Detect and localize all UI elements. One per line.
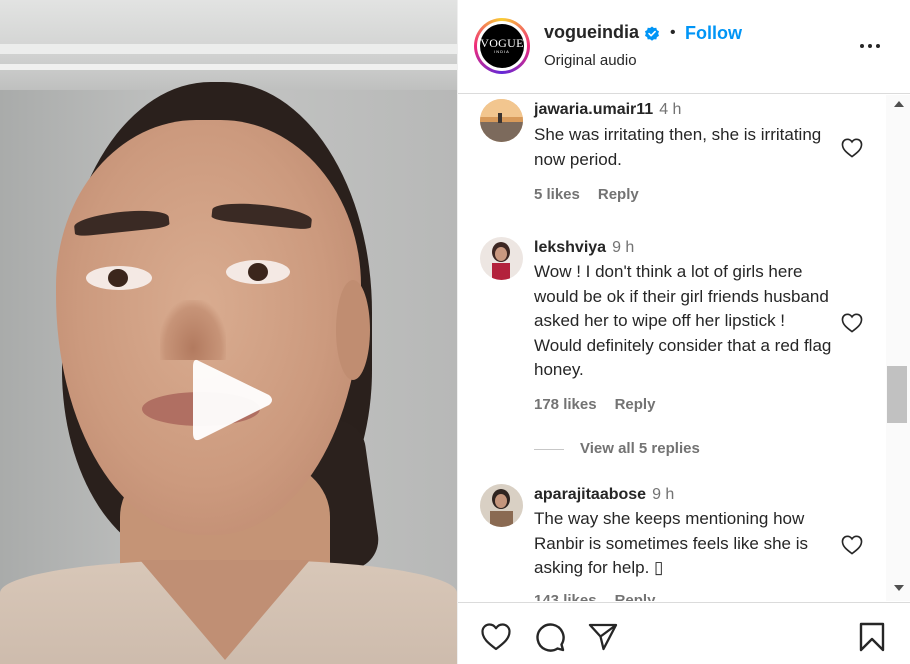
post-header: VOGUE INDIA vogueindia • Follow Original…: [458, 0, 910, 94]
likes-count[interactable]: 143 likes: [534, 592, 597, 601]
video-subject-eye: [226, 260, 290, 284]
more-dot: [860, 44, 864, 48]
comment-meta: 5 likes Reply: [534, 186, 657, 203]
avatar-image: [480, 484, 523, 527]
comment-time: 4 h: [659, 101, 682, 118]
verified-badge-icon: [645, 26, 659, 41]
logo-subtext: INDIA: [494, 49, 510, 54]
comment-text: The way she keeps mentioning how Ranbir …: [534, 509, 808, 577]
heart-icon[interactable]: [841, 313, 863, 333]
commenter-avatar[interactable]: [480, 237, 523, 280]
follow-button[interactable]: Follow: [685, 23, 742, 44]
bookmark-icon[interactable]: [856, 621, 888, 653]
comment-icon[interactable]: [534, 621, 566, 653]
more-dot: [876, 44, 880, 48]
author-username[interactable]: vogueindia: [544, 22, 639, 43]
video-subject-ear: [336, 280, 370, 380]
commenter-username[interactable]: aparajitaabose 9 h: [534, 486, 674, 504]
comment-meta: 143 likes Reply: [534, 592, 673, 601]
commenter-username[interactable]: lekshviya 9 h: [534, 239, 634, 257]
post-panel: VOGUE INDIA vogueindia • Follow Original…: [457, 0, 910, 664]
play-icon[interactable]: [191, 355, 275, 445]
commenter-avatar[interactable]: [480, 484, 523, 527]
author-avatar[interactable]: VOGUE INDIA: [474, 18, 530, 74]
comment-meta: 178 likes Reply: [534, 396, 673, 413]
comments-list[interactable]: jawaria.umair11 4 h She was irritating th…: [458, 95, 886, 601]
comments-scrollbar[interactable]: [886, 95, 910, 601]
more-options-icon[interactable]: [860, 36, 886, 56]
comment-text: Wow ! I don't think a lot of girls here …: [534, 262, 832, 379]
video-subject-eye: [86, 266, 152, 290]
post-actions-bar: [458, 602, 910, 664]
avatar-image: [480, 237, 523, 280]
comment-text: She was irritating then, she is irritati…: [534, 125, 822, 169]
video-background-molding: [0, 64, 457, 70]
scroll-down-arrow-icon[interactable]: [894, 585, 904, 591]
video-subject-nose: [160, 300, 226, 360]
audio-label[interactable]: Original audio: [544, 52, 637, 69]
likes-count[interactable]: 178 likes: [534, 396, 597, 413]
scroll-up-arrow-icon[interactable]: [894, 101, 904, 107]
comment-time: 9 h: [652, 486, 675, 503]
view-replies-button[interactable]: View all 5 replies: [534, 440, 700, 457]
reply-button[interactable]: Reply: [598, 186, 639, 203]
username-text[interactable]: lekshviya: [534, 239, 606, 256]
likes-count[interactable]: 5 likes: [534, 186, 580, 203]
commenter-avatar[interactable]: [480, 99, 523, 142]
reply-button[interactable]: Reply: [615, 396, 656, 413]
scrollbar-thumb[interactable]: [887, 366, 907, 423]
username-text[interactable]: aparajitaabose: [534, 486, 646, 503]
comment-time: 9 h: [612, 239, 635, 256]
heart-icon[interactable]: [480, 621, 512, 653]
vogue-logo: VOGUE INDIA: [480, 24, 524, 68]
avatar-image: [480, 99, 523, 142]
heart-icon[interactable]: [841, 138, 863, 158]
reply-button[interactable]: Reply: [615, 592, 656, 601]
separator-dot: •: [670, 24, 676, 41]
video-background-molding: [0, 44, 457, 54]
heart-icon[interactable]: [841, 535, 863, 555]
commenter-username[interactable]: jawaria.umair11 4 h: [534, 101, 681, 119]
more-dot: [868, 44, 872, 48]
logo-text: VOGUE: [480, 36, 524, 50]
post-video[interactable]: [0, 0, 457, 664]
username-text[interactable]: jawaria.umair11: [534, 101, 653, 118]
share-icon[interactable]: [587, 621, 619, 653]
